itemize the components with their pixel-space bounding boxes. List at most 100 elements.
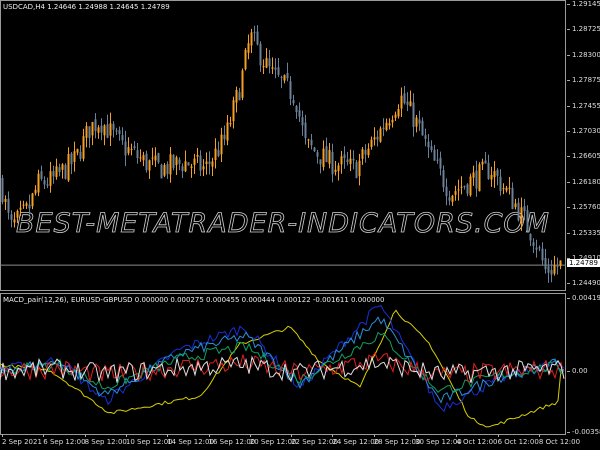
candle-body <box>418 119 421 124</box>
time-axis-label: 14 Sep 12:00 <box>167 434 214 446</box>
time-axis-label: 10 Sep 12:00 <box>125 434 173 446</box>
candle-body <box>328 149 331 164</box>
candle-body <box>40 171 43 179</box>
candle-body <box>511 187 514 210</box>
candle-body <box>493 171 496 178</box>
candle-body <box>340 156 343 165</box>
candle-body <box>247 43 250 53</box>
candle-body <box>322 148 325 168</box>
candle-body <box>172 154 175 168</box>
candle-body <box>313 147 316 152</box>
candle-body <box>379 128 382 142</box>
candle-body <box>334 169 337 173</box>
candle-body <box>388 123 391 126</box>
indicator-title: MACD_pair(12,26), EURUSD-GBPUSD 0.000000… <box>3 296 385 304</box>
candle-body <box>433 149 436 161</box>
indicator-axis-max: 0.004192 <box>566 294 600 302</box>
indicator-line-3 <box>0 331 565 394</box>
candle-body <box>112 123 115 130</box>
candle-body <box>208 161 211 165</box>
price-axis-label: 1.27030 <box>567 127 600 135</box>
indicator-line-1 <box>0 304 565 413</box>
candle-body <box>142 155 145 161</box>
candle-body <box>559 260 562 266</box>
candle-body <box>295 106 298 113</box>
candle-body <box>463 186 466 188</box>
candle-body <box>475 170 478 189</box>
candle-body <box>397 109 400 117</box>
candle-body <box>94 119 97 132</box>
candle-body <box>319 159 322 165</box>
candle-body <box>466 184 469 194</box>
candle-body <box>451 195 454 202</box>
candle-body <box>343 154 346 159</box>
candle-body <box>28 204 31 209</box>
candle-body <box>250 32 253 46</box>
candle-body <box>91 122 94 136</box>
candle-body <box>553 265 556 274</box>
candle-body <box>229 123 232 125</box>
candle-body <box>37 173 40 193</box>
candle-body <box>454 191 457 195</box>
candle-body <box>109 123 112 136</box>
candle-body <box>46 184 49 186</box>
candle-body <box>370 139 373 147</box>
candle-body <box>436 159 439 161</box>
candle-body <box>19 207 22 210</box>
candle-body <box>265 57 268 68</box>
candle-body <box>97 127 100 133</box>
candle-body <box>118 130 121 135</box>
candle-body <box>157 153 160 163</box>
candle-body <box>73 151 76 162</box>
candle-body <box>139 157 142 159</box>
price-axis-label: 1.28300 <box>567 50 600 59</box>
indicator-line-0 <box>0 309 565 428</box>
candle-body <box>478 164 481 192</box>
candle-body <box>556 265 559 267</box>
candle-body <box>487 162 490 179</box>
candle-body <box>526 210 529 232</box>
candle-body <box>277 67 280 75</box>
candle-body <box>517 202 520 221</box>
candle-body <box>373 137 376 140</box>
candle-body <box>544 258 547 270</box>
time-axis-label: 8 Sep 12:00 <box>84 434 127 446</box>
time-axis-label: 16 Sep 12:00 <box>208 434 256 446</box>
candle-body <box>376 136 379 140</box>
candle-body <box>427 141 430 148</box>
candle-body <box>226 122 229 141</box>
candle-body <box>523 206 526 212</box>
price-axis-label: 1.28725 <box>567 25 600 34</box>
candle-body <box>301 117 304 126</box>
price-axis-label: 1.24490 <box>567 279 600 288</box>
candle-body <box>352 158 355 161</box>
candle-body <box>292 100 295 104</box>
candle-body <box>76 148 79 153</box>
price-axis-label: 1.29145 <box>567 0 600 8</box>
candle-body <box>151 157 154 159</box>
candle-body <box>61 164 64 170</box>
candle-body <box>100 125 103 133</box>
candle-body <box>25 203 28 206</box>
candle-body <box>169 154 172 175</box>
time-axis-label: 24 Sep 12:00 <box>332 434 380 446</box>
candle-body <box>127 147 130 154</box>
candle-body <box>136 150 139 159</box>
candle-body <box>325 146 328 162</box>
candle-body <box>34 189 37 194</box>
candle-body <box>496 169 499 176</box>
candle-body <box>403 93 406 104</box>
candle-body <box>4 198 7 202</box>
symbol-title: USDCAD,H4 1.24646 1.24988 1.24645 1.2478… <box>3 3 170 11</box>
candle-body <box>13 219 16 223</box>
candle-body <box>484 160 487 164</box>
indicator-line-2 <box>0 316 565 404</box>
candle-body <box>514 203 517 208</box>
candle-body <box>115 130 118 132</box>
candle-body <box>550 269 553 275</box>
time-axis-label: 20 Sep 12:00 <box>249 434 297 446</box>
candle-body <box>163 165 166 176</box>
candle-body <box>472 172 475 178</box>
candle-body <box>178 159 181 164</box>
candle-body <box>253 32 256 34</box>
